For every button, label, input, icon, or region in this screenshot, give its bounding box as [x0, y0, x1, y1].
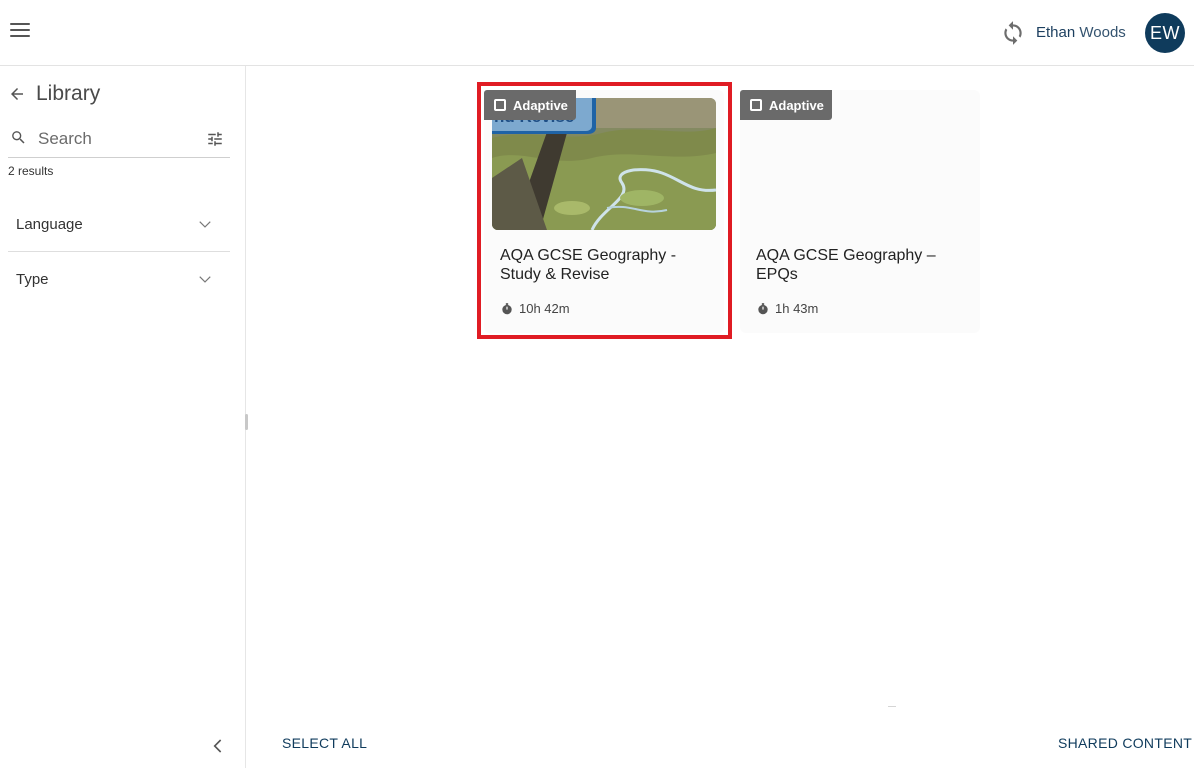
course-duration: 1h 43m — [756, 301, 818, 316]
duration-text: 1h 43m — [775, 301, 819, 316]
back-button[interactable]: Library — [8, 82, 100, 106]
user-last-name: Woods — [1079, 24, 1126, 41]
badge-label: Adaptive — [769, 97, 824, 113]
page-title: Library — [36, 82, 101, 105]
divider — [888, 706, 896, 707]
user-name[interactable]: Ethan Woods — [1036, 23, 1126, 43]
course-card[interactable]: Adaptive AQA GCSE Geography – EPQs 1h 43… — [740, 90, 980, 333]
chevron-left-icon[interactable] — [210, 738, 226, 754]
chevron-down-icon — [199, 221, 211, 228]
shared-content-button[interactable]: SHARED CONTENT — [1058, 735, 1192, 751]
stopwatch-icon — [758, 302, 768, 314]
course-duration: 10h 42m — [500, 301, 570, 316]
search-icon — [12, 131, 25, 144]
arrow-left-icon — [11, 88, 23, 100]
adaptive-badge[interactable]: Adaptive — [740, 90, 832, 120]
hamburger-icon[interactable] — [10, 23, 30, 43]
checkbox-icon[interactable] — [494, 99, 506, 111]
badge-label: Adaptive — [513, 97, 568, 113]
course-card[interactable]: nd Revise Adaptive AQA GCSE Geography - … — [484, 90, 724, 333]
course-title: AQA GCSE Geography – EPQs — [756, 247, 936, 283]
results-count: 2 results — [8, 164, 54, 178]
filter-language-label: Language — [16, 216, 83, 233]
course-title: AQA GCSE Geography - Study & Revise — [500, 247, 677, 283]
avatar[interactable]: EW — [1145, 13, 1185, 53]
select-all-button[interactable]: SELECT ALL — [282, 735, 367, 751]
adaptive-badge[interactable]: Adaptive — [484, 90, 576, 120]
user-first-name: Ethan — [1036, 24, 1076, 41]
duration-text: 10h 42m — [519, 301, 570, 316]
sync-icon[interactable] — [1000, 20, 1026, 46]
chevron-down-icon — [199, 276, 211, 283]
stopwatch-icon — [502, 302, 512, 314]
sidebar-resize-handle[interactable] — [245, 414, 248, 430]
filter-settings-icon[interactable] — [206, 130, 224, 148]
filter-language[interactable]: Language — [8, 198, 230, 252]
search-bar — [8, 124, 230, 158]
search-input[interactable] — [38, 126, 198, 152]
library-sidebar: Library 2 results Language Type — [0, 66, 246, 768]
filter-type[interactable]: Type — [8, 253, 230, 307]
top-bar: Ethan Woods EW — [0, 0, 1194, 66]
filter-type-label: Type — [16, 271, 49, 288]
checkbox-icon[interactable] — [750, 99, 762, 111]
